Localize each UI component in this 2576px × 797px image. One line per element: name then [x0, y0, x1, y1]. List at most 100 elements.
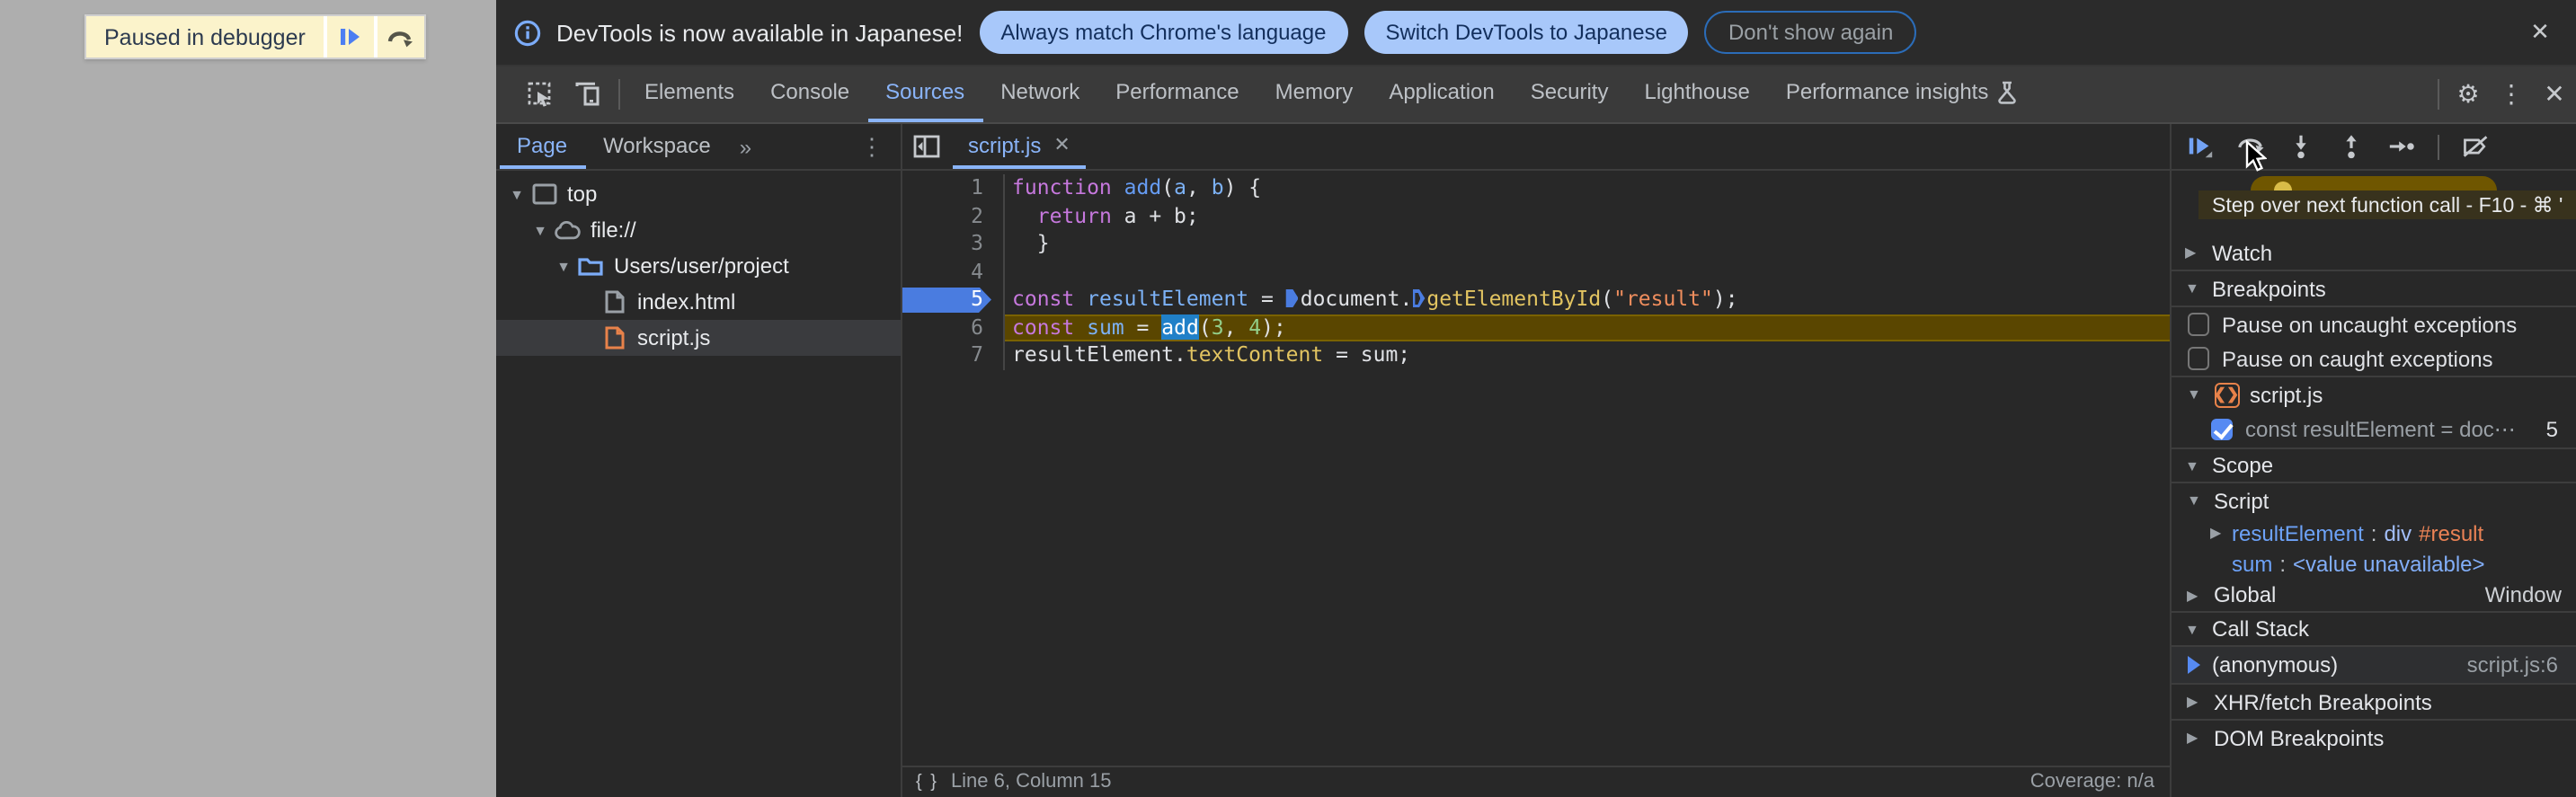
expand-triangle-icon[interactable]: ▼: [529, 222, 551, 238]
dont-show-again-button[interactable]: Don't show again: [1704, 11, 1917, 54]
tab-lighthouse[interactable]: Lighthouse: [1626, 66, 1767, 121]
pretty-print-icon[interactable]: { }: [916, 773, 938, 793]
code-token: sum: [1087, 314, 1124, 339]
call-stack-frames: (anonymous) script.js:6: [2171, 647, 2576, 683]
deactivate-breakpoints-button[interactable]: [2460, 132, 2489, 161]
code-text: resultElement.textContent = sum;: [1005, 341, 2169, 369]
line-number-text: 3: [971, 230, 983, 255]
scope-section-header[interactable]: ▼ Scope: [2171, 447, 2576, 483]
mouse-cursor: [2244, 140, 2266, 173]
code-token: return: [1036, 202, 1112, 227]
tree-item-label: script.js: [637, 325, 711, 350]
scope-variable-sum[interactable]: sum: <value unavailable>: [2171, 548, 2576, 579]
expand-triangle-icon[interactable]: ▼: [553, 258, 574, 274]
variable-name: resultElement: [2232, 520, 2364, 545]
resume-script-button[interactable]: [326, 16, 374, 58]
breakpoint-checkbox[interactable]: [2210, 418, 2233, 441]
call-stack-frame[interactable]: (anonymous) script.js:6: [2171, 647, 2576, 683]
code-editor[interactable]: 1 function add(a, b) {2 return a + b; 3 } 4…: [902, 171, 2169, 766]
tab-security[interactable]: Security: [1513, 66, 1627, 121]
tab-console[interactable]: Console: [752, 66, 867, 121]
tab-sources[interactable]: Sources: [867, 66, 983, 121]
tab-application[interactable]: Application: [1371, 66, 1512, 121]
code-token: 4: [1248, 314, 1262, 339]
tab-elements[interactable]: Elements: [626, 66, 752, 121]
breakpoint-entry[interactable]: const resultElement = doc⋯ 5: [2171, 412, 2576, 447]
tree-item-index-html[interactable]: index.html: [495, 284, 900, 320]
more-tabs-icon[interactable]: »: [729, 124, 762, 169]
infobar-close-icon[interactable]: ✕: [2522, 18, 2558, 47]
scope-variable-resultElement[interactable]: ▶ resultElement: div #result: [2171, 518, 2576, 548]
line-number[interactable]: 3: [902, 230, 1005, 258]
dom-breakpoints-header[interactable]: ▶ DOM Breakpoints: [2171, 719, 2576, 755]
tree-item-top[interactable]: ▼ top: [495, 176, 900, 212]
breakpoint-file-group[interactable]: ▼ ❮❯ script.js: [2171, 376, 2576, 412]
close-devtools-icon[interactable]: ✕: [2533, 66, 2576, 121]
tree-item-users-user-project[interactable]: ▼ Users/user/project: [495, 248, 900, 284]
xhr-breakpoints-title: XHR/fetch Breakpoints: [2214, 689, 2432, 714]
navigator-menu-icon[interactable]: ⋮: [844, 124, 900, 169]
navigator-tab-workspace[interactable]: Workspace: [585, 124, 729, 169]
pause-caught-checkbox[interactable]: [2187, 347, 2209, 370]
tree-item-label: file://: [591, 217, 636, 243]
tree-item-script-js[interactable]: script.js: [495, 320, 900, 356]
infobar-message: DevTools is now available in Japanese!: [556, 19, 964, 46]
line-number[interactable]: 4: [902, 258, 1005, 286]
tree-item-file-[interactable]: ▼ file://: [495, 212, 900, 248]
frame-name: (anonymous): [2212, 652, 2339, 677]
line-number[interactable]: 2: [902, 202, 1005, 230]
tab-network[interactable]: Network: [982, 66, 1097, 121]
pause-caught-row[interactable]: Pause on caught exceptions: [2171, 341, 2576, 376]
variable-value-unavailable: <value unavailable>: [2293, 551, 2485, 576]
switch-to-japanese-button[interactable]: Switch DevTools to Japanese: [1364, 11, 1689, 54]
expanded-triangle-icon: ▼: [2185, 621, 2199, 637]
code-line-2[interactable]: 2 return a + b;: [902, 202, 2169, 230]
breakpoints-section-header[interactable]: ▼ Breakpoints: [2171, 271, 2576, 307]
step-into-button[interactable]: [2286, 132, 2314, 161]
hide-navigator-icon[interactable]: [902, 124, 952, 169]
call-stack-section-header[interactable]: ▼ Call Stack: [2171, 611, 2576, 647]
device-toolbar-icon[interactable]: [564, 66, 610, 121]
watch-section-header[interactable]: ▶ Watch: [2171, 235, 2576, 271]
code-token: (: [1601, 286, 1614, 311]
line-number-breakpoint[interactable]: 5: [902, 286, 1005, 314]
resume-button[interactable]: [2185, 132, 2214, 161]
code-line-3[interactable]: 3 }: [902, 230, 2169, 258]
line-number[interactable]: 7: [902, 341, 1005, 369]
inline-breakpoint-marker-outline[interactable]: [1412, 289, 1426, 307]
more-options-icon[interactable]: ⋮: [2490, 66, 2533, 121]
code-line-1[interactable]: 1 function add(a, b) {: [902, 174, 2169, 202]
tab-performance-insights[interactable]: Performance insights: [1768, 66, 2035, 121]
file-js-icon: [600, 323, 628, 352]
step-button[interactable]: [2386, 132, 2415, 161]
cloud-icon: [553, 216, 582, 244]
code-token: }: [1012, 230, 1050, 255]
code-token: getElementById: [1426, 286, 1602, 311]
settings-gear-icon[interactable]: ⚙: [2447, 66, 2490, 121]
always-match-language-button[interactable]: Always match Chrome's language: [979, 11, 1348, 54]
tab-memory[interactable]: Memory: [1257, 66, 1372, 121]
code-line-4[interactable]: 4: [902, 258, 2169, 286]
pause-uncaught-row[interactable]: Pause on uncaught exceptions: [2171, 307, 2576, 341]
xhr-breakpoints-header[interactable]: ▶ XHR/fetch Breakpoints: [2171, 683, 2576, 719]
expand-triangle-icon[interactable]: ▼: [506, 186, 528, 202]
line-number[interactable]: 1: [902, 174, 1005, 202]
close-tab-icon[interactable]: ✕: [1053, 133, 1070, 156]
code-line-7[interactable]: 7 resultElement.textContent = sum;: [902, 341, 2169, 369]
navigator-tab-page[interactable]: Page: [499, 124, 586, 169]
tree-item-label: index.html: [637, 289, 736, 314]
inspect-element-icon[interactable]: [517, 66, 564, 121]
code-line-5[interactable]: 5 const resultElement = document. getEleme…: [902, 286, 2169, 314]
code-token: = sum;: [1323, 341, 1411, 367]
code-line-6[interactable]: 6 const sum = add(3, 4);: [902, 314, 2169, 341]
step-over-button-overlay[interactable]: [377, 16, 424, 58]
editor-tab-scriptjs[interactable]: script.js ✕: [952, 124, 1087, 169]
line-number[interactable]: 6: [902, 314, 1005, 341]
scope-global-row[interactable]: ▶ Global Window: [2171, 579, 2576, 611]
pause-uncaught-checkbox[interactable]: [2187, 313, 2209, 336]
tab-performance[interactable]: Performance: [1097, 66, 1257, 121]
inline-breakpoint-marker[interactable]: [1285, 289, 1299, 307]
step-out-button[interactable]: [2336, 132, 2365, 161]
scope-script-group[interactable]: ▼ Script: [2171, 483, 2576, 518]
